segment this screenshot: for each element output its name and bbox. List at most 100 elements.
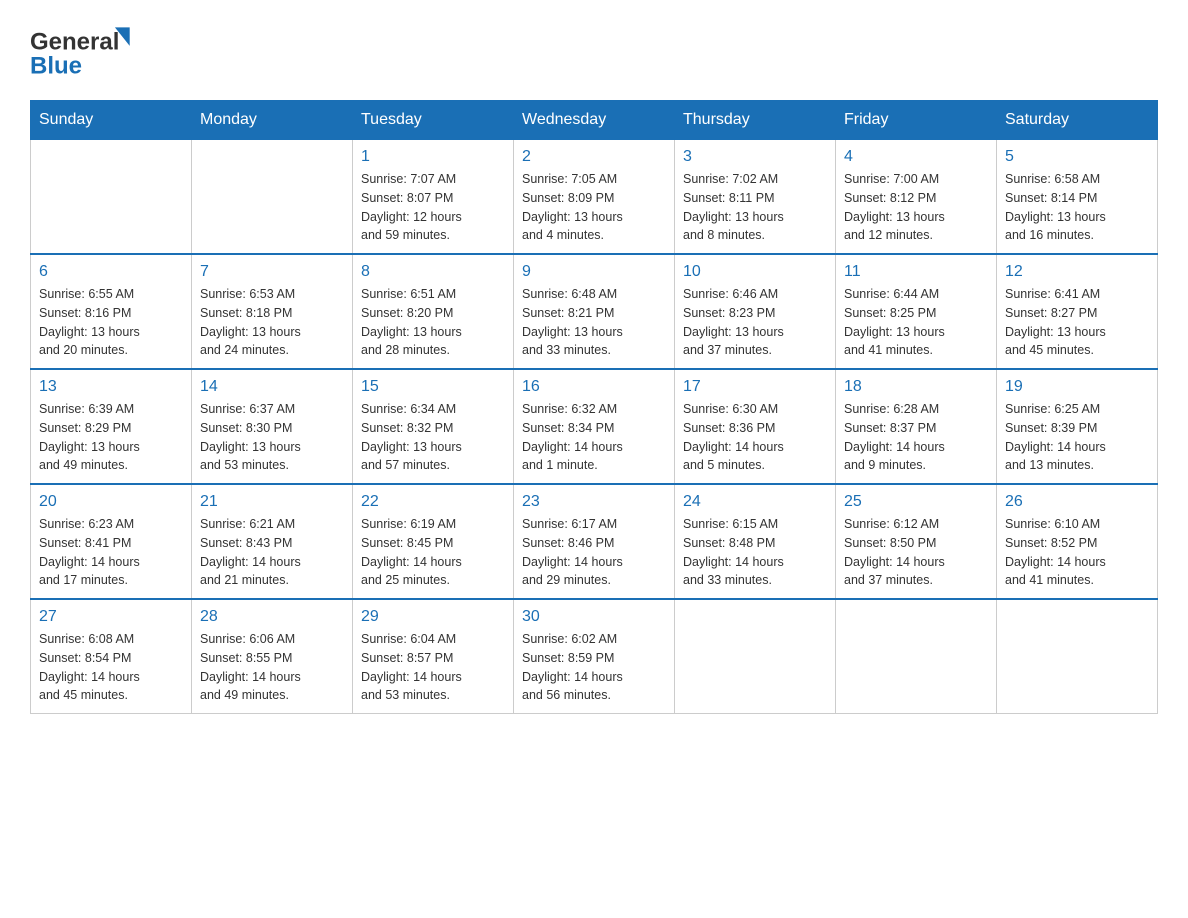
calendar-cell bbox=[836, 599, 997, 714]
day-info: Sunrise: 6:34 AMSunset: 8:32 PMDaylight:… bbox=[361, 400, 505, 475]
calendar-week-row: 13 Sunrise: 6:39 AMSunset: 8:29 PMDayligh… bbox=[31, 369, 1158, 484]
day-number: 23 bbox=[522, 493, 666, 511]
day-number: 27 bbox=[39, 608, 183, 626]
day-number: 8 bbox=[361, 263, 505, 281]
calendar-week-row: 20 Sunrise: 6:23 AMSunset: 8:41 PMDayligh… bbox=[31, 484, 1158, 599]
day-number: 13 bbox=[39, 378, 183, 396]
day-info: Sunrise: 6:39 AMSunset: 8:29 PMDaylight:… bbox=[39, 400, 183, 475]
calendar-header-row: SundayMondayTuesdayWednesdayThursdayFrid… bbox=[31, 101, 1158, 140]
day-number: 10 bbox=[683, 263, 827, 281]
calendar-cell: 9 Sunrise: 6:48 AMSunset: 8:21 PMDaylight… bbox=[514, 254, 675, 369]
calendar-cell: 19 Sunrise: 6:25 AMSunset: 8:39 PMDayligh… bbox=[997, 369, 1158, 484]
calendar-cell bbox=[192, 140, 353, 255]
calendar-week-row: 1 Sunrise: 7:07 AMSunset: 8:07 PMDaylight… bbox=[31, 140, 1158, 255]
day-number: 29 bbox=[361, 608, 505, 626]
calendar-header-saturday: Saturday bbox=[997, 101, 1158, 140]
calendar-cell: 27 Sunrise: 6:08 AMSunset: 8:54 PMDayligh… bbox=[31, 599, 192, 714]
day-info: Sunrise: 6:08 AMSunset: 8:54 PMDaylight:… bbox=[39, 630, 183, 705]
calendar-cell bbox=[675, 599, 836, 714]
day-number: 20 bbox=[39, 493, 183, 511]
calendar-cell: 16 Sunrise: 6:32 AMSunset: 8:34 PMDayligh… bbox=[514, 369, 675, 484]
day-number: 14 bbox=[200, 378, 344, 396]
day-info: Sunrise: 6:06 AMSunset: 8:55 PMDaylight:… bbox=[200, 630, 344, 705]
day-number: 4 bbox=[844, 148, 988, 166]
day-number: 2 bbox=[522, 148, 666, 166]
day-number: 1 bbox=[361, 148, 505, 166]
day-number: 6 bbox=[39, 263, 183, 281]
day-info: Sunrise: 6:25 AMSunset: 8:39 PMDaylight:… bbox=[1005, 400, 1149, 475]
calendar-cell: 21Sunrise: 6:21 AMSunset: 8:43 PMDayligh… bbox=[192, 484, 353, 599]
calendar-cell: 3 Sunrise: 7:02 AMSunset: 8:11 PMDaylight… bbox=[675, 140, 836, 255]
calendar-cell: 2 Sunrise: 7:05 AMSunset: 8:09 PMDaylight… bbox=[514, 140, 675, 255]
calendar-cell: 14 Sunrise: 6:37 AMSunset: 8:30 PMDayligh… bbox=[192, 369, 353, 484]
day-info: Sunrise: 6:48 AMSunset: 8:21 PMDaylight:… bbox=[522, 285, 666, 360]
calendar-cell: 28Sunrise: 6:06 AMSunset: 8:55 PMDayligh… bbox=[192, 599, 353, 714]
day-number: 16 bbox=[522, 378, 666, 396]
day-number: 3 bbox=[683, 148, 827, 166]
day-info: Sunrise: 6:46 AMSunset: 8:23 PMDaylight:… bbox=[683, 285, 827, 360]
calendar-cell: 5 Sunrise: 6:58 AMSunset: 8:14 PMDaylight… bbox=[997, 140, 1158, 255]
calendar-cell: 30 Sunrise: 6:02 AMSunset: 8:59 PMDayligh… bbox=[514, 599, 675, 714]
day-info: Sunrise: 6:17 AMSunset: 8:46 PMDaylight:… bbox=[522, 515, 666, 590]
day-number: 9 bbox=[522, 263, 666, 281]
calendar-cell bbox=[997, 599, 1158, 714]
calendar-header-sunday: Sunday bbox=[31, 101, 192, 140]
calendar-cell: 8 Sunrise: 6:51 AMSunset: 8:20 PMDaylight… bbox=[353, 254, 514, 369]
calendar-cell: 11Sunrise: 6:44 AMSunset: 8:25 PMDayligh… bbox=[836, 254, 997, 369]
day-info: Sunrise: 6:04 AMSunset: 8:57 PMDaylight:… bbox=[361, 630, 505, 705]
day-number: 12 bbox=[1005, 263, 1149, 281]
calendar-header-thursday: Thursday bbox=[675, 101, 836, 140]
day-info: Sunrise: 6:32 AMSunset: 8:34 PMDaylight:… bbox=[522, 400, 666, 475]
day-info: Sunrise: 7:07 AMSunset: 8:07 PMDaylight:… bbox=[361, 170, 505, 245]
calendar-header-friday: Friday bbox=[836, 101, 997, 140]
calendar-week-row: 27 Sunrise: 6:08 AMSunset: 8:54 PMDayligh… bbox=[31, 599, 1158, 714]
day-number: 7 bbox=[200, 263, 344, 281]
day-number: 15 bbox=[361, 378, 505, 396]
calendar-cell: 7 Sunrise: 6:53 AMSunset: 8:18 PMDaylight… bbox=[192, 254, 353, 369]
day-number: 30 bbox=[522, 608, 666, 626]
calendar-cell: 13 Sunrise: 6:39 AMSunset: 8:29 PMDayligh… bbox=[31, 369, 192, 484]
calendar-cell: 12Sunrise: 6:41 AMSunset: 8:27 PMDayligh… bbox=[997, 254, 1158, 369]
day-number: 24 bbox=[683, 493, 827, 511]
day-number: 5 bbox=[1005, 148, 1149, 166]
calendar-cell: 6 Sunrise: 6:55 AMSunset: 8:16 PMDaylight… bbox=[31, 254, 192, 369]
day-info: Sunrise: 6:19 AMSunset: 8:45 PMDaylight:… bbox=[361, 515, 505, 590]
day-info: Sunrise: 6:53 AMSunset: 8:18 PMDaylight:… bbox=[200, 285, 344, 360]
day-info: Sunrise: 6:51 AMSunset: 8:20 PMDaylight:… bbox=[361, 285, 505, 360]
day-number: 26 bbox=[1005, 493, 1149, 511]
day-info: Sunrise: 6:02 AMSunset: 8:59 PMDaylight:… bbox=[522, 630, 666, 705]
calendar-cell: 4 Sunrise: 7:00 AMSunset: 8:12 PMDaylight… bbox=[836, 140, 997, 255]
day-info: Sunrise: 7:05 AMSunset: 8:09 PMDaylight:… bbox=[522, 170, 666, 245]
calendar-cell: 17 Sunrise: 6:30 AMSunset: 8:36 PMDayligh… bbox=[675, 369, 836, 484]
day-info: Sunrise: 6:28 AMSunset: 8:37 PMDaylight:… bbox=[844, 400, 988, 475]
day-info: Sunrise: 7:02 AMSunset: 8:11 PMDaylight:… bbox=[683, 170, 827, 245]
svg-text:Blue: Blue bbox=[30, 53, 82, 80]
calendar-cell: 29 Sunrise: 6:04 AMSunset: 8:57 PMDayligh… bbox=[353, 599, 514, 714]
day-info: Sunrise: 6:58 AMSunset: 8:14 PMDaylight:… bbox=[1005, 170, 1149, 245]
calendar-cell: 26Sunrise: 6:10 AMSunset: 8:52 PMDayligh… bbox=[997, 484, 1158, 599]
day-info: Sunrise: 6:23 AMSunset: 8:41 PMDaylight:… bbox=[39, 515, 183, 590]
logo-svg: General Blue bbox=[30, 20, 150, 80]
calendar-table: SundayMondayTuesdayWednesdayThursdayFrid… bbox=[30, 100, 1158, 714]
calendar-week-row: 6 Sunrise: 6:55 AMSunset: 8:16 PMDaylight… bbox=[31, 254, 1158, 369]
calendar-header-monday: Monday bbox=[192, 101, 353, 140]
calendar-header-tuesday: Tuesday bbox=[353, 101, 514, 140]
day-number: 17 bbox=[683, 378, 827, 396]
day-info: Sunrise: 6:15 AMSunset: 8:48 PMDaylight:… bbox=[683, 515, 827, 590]
day-info: Sunrise: 7:00 AMSunset: 8:12 PMDaylight:… bbox=[844, 170, 988, 245]
day-number: 21 bbox=[200, 493, 344, 511]
day-number: 18 bbox=[844, 378, 988, 396]
day-number: 22 bbox=[361, 493, 505, 511]
svg-text:General: General bbox=[30, 29, 119, 56]
day-info: Sunrise: 6:55 AMSunset: 8:16 PMDaylight:… bbox=[39, 285, 183, 360]
calendar-cell: 24 Sunrise: 6:15 AMSunset: 8:48 PMDayligh… bbox=[675, 484, 836, 599]
calendar-cell: 1 Sunrise: 7:07 AMSunset: 8:07 PMDaylight… bbox=[353, 140, 514, 255]
page-header: General Blue bbox=[30, 20, 1158, 80]
logo: General Blue bbox=[30, 20, 150, 80]
day-info: Sunrise: 6:44 AMSunset: 8:25 PMDaylight:… bbox=[844, 285, 988, 360]
calendar-cell: 18 Sunrise: 6:28 AMSunset: 8:37 PMDayligh… bbox=[836, 369, 997, 484]
day-info: Sunrise: 6:37 AMSunset: 8:30 PMDaylight:… bbox=[200, 400, 344, 475]
day-info: Sunrise: 6:30 AMSunset: 8:36 PMDaylight:… bbox=[683, 400, 827, 475]
day-number: 19 bbox=[1005, 378, 1149, 396]
calendar-cell: 15 Sunrise: 6:34 AMSunset: 8:32 PMDayligh… bbox=[353, 369, 514, 484]
